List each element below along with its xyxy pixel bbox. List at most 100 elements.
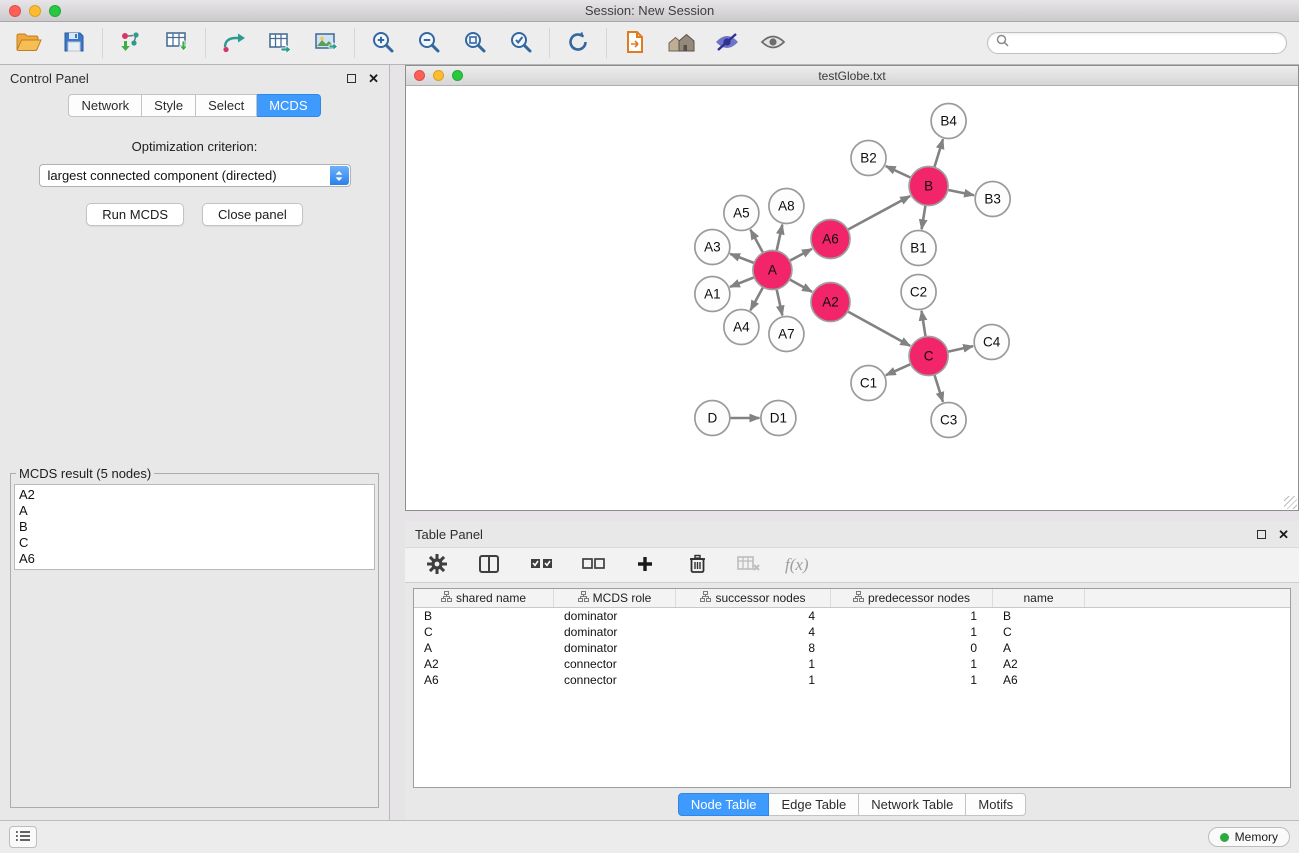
graph-edge[interactable]	[934, 375, 943, 402]
window-resize-grip[interactable]	[1284, 496, 1297, 509]
graph-edge[interactable]	[934, 139, 943, 167]
graph-node-C4[interactable]: C4	[974, 325, 1009, 360]
graph-edge[interactable]	[886, 364, 911, 375]
show-hide-button[interactable]	[757, 27, 789, 59]
mcds-result-item[interactable]: C	[19, 535, 370, 551]
tab-network[interactable]: Network	[68, 94, 142, 117]
graph-node-C2[interactable]: C2	[901, 275, 936, 310]
graph-node-D1[interactable]: D1	[761, 401, 796, 436]
graph-edge[interactable]	[730, 254, 754, 263]
tab-network-table[interactable]: Network Table	[859, 793, 966, 816]
graph-node-B3[interactable]: B3	[975, 182, 1010, 217]
network-overview-button[interactable]	[665, 27, 697, 59]
column-header-shared-name[interactable]: shared name	[414, 589, 554, 607]
graph-node-A3[interactable]: A3	[695, 230, 730, 265]
graph-node-D[interactable]: D	[695, 401, 730, 436]
graph-edge[interactable]	[750, 287, 763, 310]
graph-edge[interactable]	[922, 205, 926, 229]
float-panel-icon[interactable]	[347, 74, 356, 83]
close-window-button[interactable]	[9, 5, 21, 17]
graph-edge[interactable]	[886, 166, 911, 178]
tab-style[interactable]: Style	[142, 94, 196, 117]
graph-node-A1[interactable]: A1	[695, 277, 730, 312]
minimize-network-window-button[interactable]	[433, 70, 444, 81]
tab-edge-table[interactable]: Edge Table	[769, 793, 859, 816]
graph-edge[interactable]	[790, 249, 812, 261]
show-columns-button[interactable]	[473, 549, 505, 581]
close-panel-icon[interactable]: ✕	[368, 72, 379, 85]
column-header-successor-nodes[interactable]: successor nodes	[676, 589, 831, 607]
graph-node-A[interactable]: A	[753, 251, 792, 290]
graph-node-B4[interactable]: B4	[931, 104, 966, 139]
graph-edge[interactable]	[848, 196, 910, 230]
zoom-in-button[interactable]	[367, 27, 399, 59]
export-table-button[interactable]	[264, 27, 296, 59]
select-all-columns-button[interactable]	[525, 549, 557, 581]
graph-edge[interactable]	[922, 311, 926, 337]
zoom-window-button[interactable]	[49, 5, 61, 17]
graphics-details-button[interactable]	[711, 27, 743, 59]
graph-node-A8[interactable]: A8	[769, 189, 804, 224]
graph-node-A4[interactable]: A4	[724, 310, 759, 345]
export-image-button[interactable]	[310, 27, 342, 59]
mcds-result-item[interactable]: A	[19, 503, 370, 519]
tab-motifs[interactable]: Motifs	[966, 793, 1026, 816]
mcds-result-item[interactable]: A6	[19, 551, 370, 567]
table-row[interactable]: Bdominator41B	[414, 608, 1290, 624]
table-row[interactable]: A6connector11A6	[414, 672, 1290, 688]
graph-node-B1[interactable]: B1	[901, 231, 936, 266]
panel-menu-button[interactable]	[9, 826, 37, 848]
zoom-out-button[interactable]	[413, 27, 445, 59]
apply-layout-button[interactable]	[562, 27, 594, 59]
graph-node-C[interactable]: C	[909, 337, 948, 376]
tab-select[interactable]: Select	[196, 94, 257, 117]
deselect-all-columns-button[interactable]	[577, 549, 609, 581]
zoom-fit-button[interactable]	[459, 27, 491, 59]
tab-node-table[interactable]: Node Table	[678, 793, 770, 816]
graph-edge[interactable]	[750, 230, 763, 253]
table-row[interactable]: A2connector11A2	[414, 656, 1290, 672]
network-window-titlebar[interactable]: testGlobe.txt	[406, 66, 1298, 86]
close-network-window-button[interactable]	[414, 70, 425, 81]
table-row[interactable]: Adominator80A	[414, 640, 1290, 656]
memory-button[interactable]: Memory	[1208, 827, 1290, 847]
mcds-result-list[interactable]: A2ABCA6	[14, 484, 375, 570]
delete-table-button[interactable]	[733, 549, 765, 581]
graph-edge[interactable]	[777, 289, 783, 315]
table-settings-button[interactable]	[421, 549, 453, 581]
column-header-predecessor-nodes[interactable]: predecessor nodes	[831, 589, 993, 607]
minimize-window-button[interactable]	[29, 5, 41, 17]
close-panel-button[interactable]: Close panel	[202, 203, 303, 226]
zoom-network-window-button[interactable]	[452, 70, 463, 81]
network-svg[interactable]: B4B2BB3A5A8A6B1A3AC2A1A2A4A7C4CC1DD1C3	[406, 86, 1298, 510]
table-row[interactable]: Cdominator41C	[414, 624, 1290, 640]
optimization-criterion-dropdown[interactable]: largest connected component (directed)	[39, 164, 351, 187]
export-network-button[interactable]	[218, 27, 250, 59]
network-canvas[interactable]: B4B2BB3A5A8A6B1A3AC2A1A2A4A7C4CC1DD1C3	[406, 86, 1298, 510]
function-builder-button[interactable]: f(x)	[785, 555, 809, 575]
graph-node-C3[interactable]: C3	[931, 403, 966, 438]
tab-mcds[interactable]: MCDS	[257, 94, 320, 117]
zoom-selected-button[interactable]	[505, 27, 537, 59]
import-network-button[interactable]	[115, 27, 147, 59]
column-header-mcds-role[interactable]: MCDS role	[554, 589, 676, 607]
mcds-result-item[interactable]: B	[19, 519, 370, 535]
mcds-result-item[interactable]: A2	[19, 487, 370, 503]
graph-edge[interactable]	[948, 190, 974, 195]
graph-edge[interactable]	[777, 225, 783, 251]
delete-column-button[interactable]	[681, 549, 713, 581]
graph-node-C1[interactable]: C1	[851, 366, 886, 401]
graph-node-B2[interactable]: B2	[851, 141, 886, 176]
graph-edge[interactable]	[730, 277, 754, 287]
graph-node-A5[interactable]: A5	[724, 196, 759, 231]
graph-edge[interactable]	[790, 279, 813, 291]
graph-edge[interactable]	[948, 346, 973, 352]
open-session-button[interactable]	[12, 27, 44, 59]
save-session-button[interactable]	[58, 27, 90, 59]
graph-node-A7[interactable]: A7	[769, 317, 804, 352]
first-neighbors-button[interactable]	[619, 27, 651, 59]
graph-edge[interactable]	[848, 311, 911, 345]
search-input[interactable]	[1014, 36, 1278, 50]
close-table-panel-icon[interactable]: ✕	[1278, 528, 1289, 541]
graph-node-A2[interactable]: A2	[811, 283, 850, 322]
